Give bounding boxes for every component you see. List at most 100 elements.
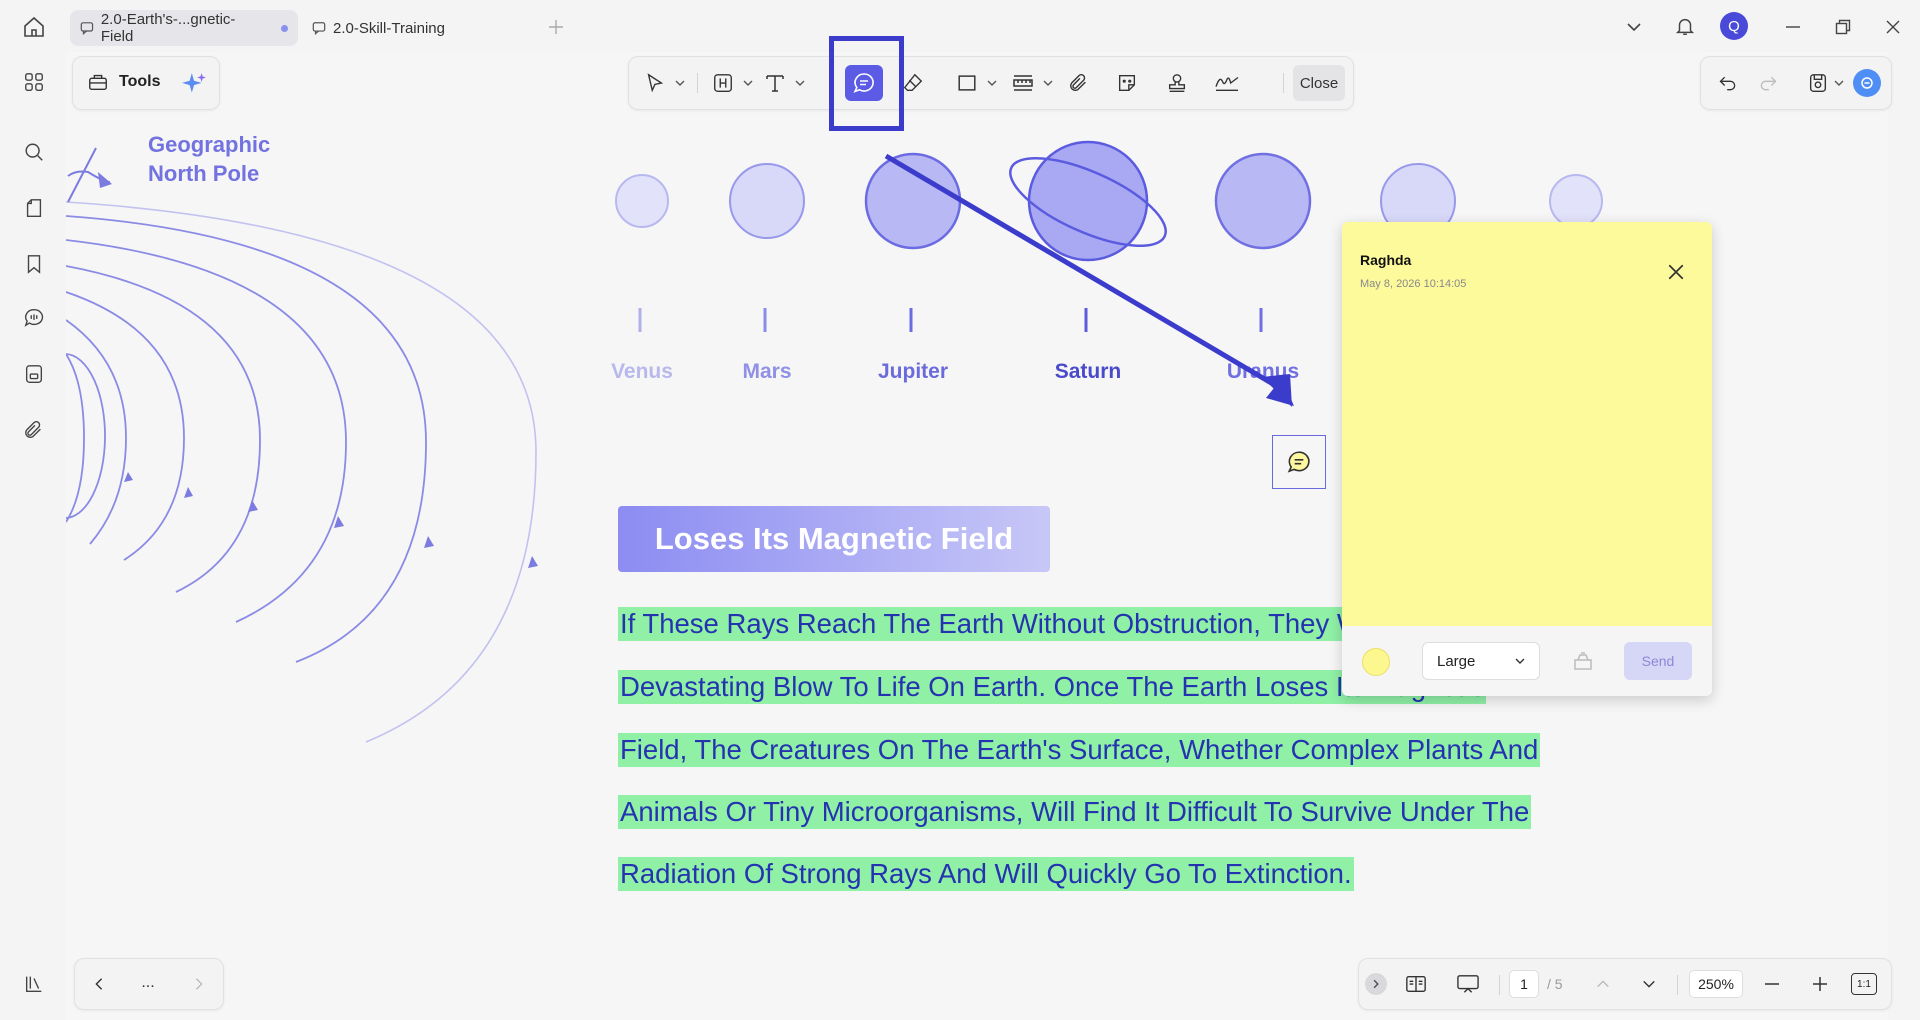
page-layout-button[interactable] — [1401, 969, 1431, 999]
measure-tool-button[interactable] — [1007, 67, 1039, 99]
chevron-down-icon — [1627, 23, 1641, 32]
shape-tool-dropdown[interactable] — [985, 67, 999, 99]
bell-icon — [1675, 18, 1695, 35]
collapse-bar-button[interactable] — [1365, 973, 1387, 995]
save-button[interactable] — [1803, 68, 1833, 98]
tools-button[interactable]: Tools — [87, 71, 160, 93]
text-tool-dropdown[interactable] — [793, 67, 807, 99]
chevron-up-icon — [1597, 980, 1609, 988]
chevron-down-icon — [795, 80, 805, 86]
send-button[interactable]: Send — [1624, 642, 1692, 680]
home-icon — [24, 16, 44, 37]
avatar[interactable]: Q — [1720, 12, 1748, 40]
library-icon — [25, 976, 42, 993]
presentation-button[interactable] — [1453, 969, 1483, 999]
tab-list-dropdown[interactable] — [1620, 12, 1648, 42]
previous-page-button[interactable] — [1589, 969, 1617, 999]
close-window-button[interactable] — [1878, 12, 1908, 42]
ai-icon — [1861, 77, 1873, 89]
annotation-toolbar: Close — [628, 56, 1354, 110]
restore-button[interactable] — [1828, 12, 1858, 42]
plus-icon — [549, 20, 563, 34]
back-button[interactable] — [85, 969, 113, 999]
form-icon — [25, 365, 43, 383]
new-tab-button[interactable] — [544, 14, 568, 40]
rectangle-icon — [958, 75, 976, 91]
close-toolbar-button[interactable]: Close — [1293, 65, 1345, 101]
save-icon — [1809, 74, 1827, 92]
select-tool-button[interactable] — [639, 67, 671, 99]
minimize-icon — [1786, 26, 1800, 28]
toolbar-divider — [697, 73, 698, 93]
comment-icon — [1287, 451, 1310, 473]
more-button[interactable]: ... — [133, 969, 163, 997]
presentation-icon — [1457, 975, 1479, 993]
sidebar-item-apps[interactable] — [18, 66, 50, 98]
measure-tool-dropdown[interactable] — [1041, 67, 1055, 99]
sidebar-item-comments[interactable] — [18, 302, 50, 334]
sidebar-item-pages[interactable] — [18, 192, 50, 224]
home-button[interactable] — [18, 12, 50, 42]
chevron-down-icon — [675, 80, 685, 86]
page-count: / 5 — [1547, 976, 1563, 992]
grid-icon — [25, 73, 43, 91]
notifications-button[interactable] — [1670, 11, 1700, 41]
highlight-tool-dropdown[interactable] — [741, 67, 755, 99]
note-author: Raghda — [1360, 252, 1412, 268]
ai-assistant-button[interactable] — [179, 69, 209, 99]
scrollbar[interactable] — [1888, 52, 1920, 1020]
chevron-down-icon — [743, 80, 753, 86]
ai-chat-button[interactable] — [1853, 69, 1881, 97]
save-dropdown[interactable] — [1833, 75, 1845, 91]
sidebar-item-library[interactable] — [18, 968, 50, 1000]
sidebar-item-attachments[interactable] — [18, 414, 50, 446]
delete-note-button[interactable] — [1568, 646, 1598, 676]
chevron-left-icon — [95, 978, 103, 990]
close-note-button[interactable] — [1662, 258, 1690, 286]
undo-button[interactable] — [1713, 68, 1743, 98]
highlighted-line-3: Field, The Creatures On The Earth's Surf… — [618, 733, 1541, 767]
highlight-icon — [714, 74, 732, 92]
shape-tool-button[interactable] — [951, 67, 983, 99]
minimize-button[interactable] — [1778, 12, 1808, 42]
tab-earths-magnetic-field[interactable]: 2.0-Earth's-...gnetic-Field — [70, 10, 298, 46]
sticky-note-marker[interactable] — [1272, 435, 1326, 489]
sticker-tool-button[interactable] — [1111, 67, 1143, 99]
sidebar-item-bookmarks[interactable] — [18, 248, 50, 280]
note-editor[interactable]: Raghda May 8, 2026 10:14:05 — [1342, 222, 1712, 626]
chevron-down-icon — [1834, 80, 1844, 86]
select-tool-dropdown[interactable] — [673, 67, 687, 99]
cursor-icon — [647, 73, 664, 93]
next-page-button[interactable] — [1635, 969, 1663, 999]
chevron-down-icon — [1043, 80, 1053, 86]
bookmark-icon — [27, 255, 41, 274]
sidebar-item-forms[interactable] — [18, 358, 50, 390]
note-color-picker[interactable] — [1362, 648, 1390, 676]
zoom-out-button[interactable] — [1757, 969, 1787, 999]
attach-tool-button[interactable] — [1063, 67, 1095, 99]
highlight-tool-button[interactable] — [707, 67, 739, 99]
redo-icon — [1760, 76, 1777, 91]
undo-icon — [1719, 76, 1736, 91]
redo-button[interactable] — [1753, 68, 1783, 98]
zoom-in-button[interactable] — [1805, 969, 1835, 999]
toolbar-divider — [1283, 73, 1284, 93]
actual-size-button[interactable]: 1:1 — [1851, 973, 1877, 995]
forward-button[interactable] — [185, 969, 213, 999]
chevron-right-icon — [1373, 979, 1379, 989]
history-panel — [1700, 56, 1892, 110]
note-footer: Large Send — [1342, 626, 1712, 696]
page-number-input[interactable]: 1 — [1509, 970, 1539, 998]
signature-icon — [1215, 76, 1239, 92]
tab-skill-training[interactable]: 2.0-Skill-Training — [302, 10, 530, 46]
sidebar-item-search[interactable] — [18, 136, 50, 168]
note-font-size-select[interactable]: Large — [1422, 642, 1540, 680]
stamp-tool-button[interactable] — [1161, 67, 1193, 99]
page-history-nav: ... — [74, 958, 224, 1010]
text-tool-button[interactable] — [759, 67, 791, 99]
restore-icon — [1835, 19, 1851, 35]
signature-tool-button[interactable] — [1211, 67, 1243, 99]
zoom-level-input[interactable]: 250% — [1689, 970, 1743, 998]
title-bar: 2.0-Earth's-...gnetic-Field 2.0-Skill-Tr… — [0, 0, 1920, 52]
section-title: Loses Its Magnetic Field — [618, 506, 1050, 572]
